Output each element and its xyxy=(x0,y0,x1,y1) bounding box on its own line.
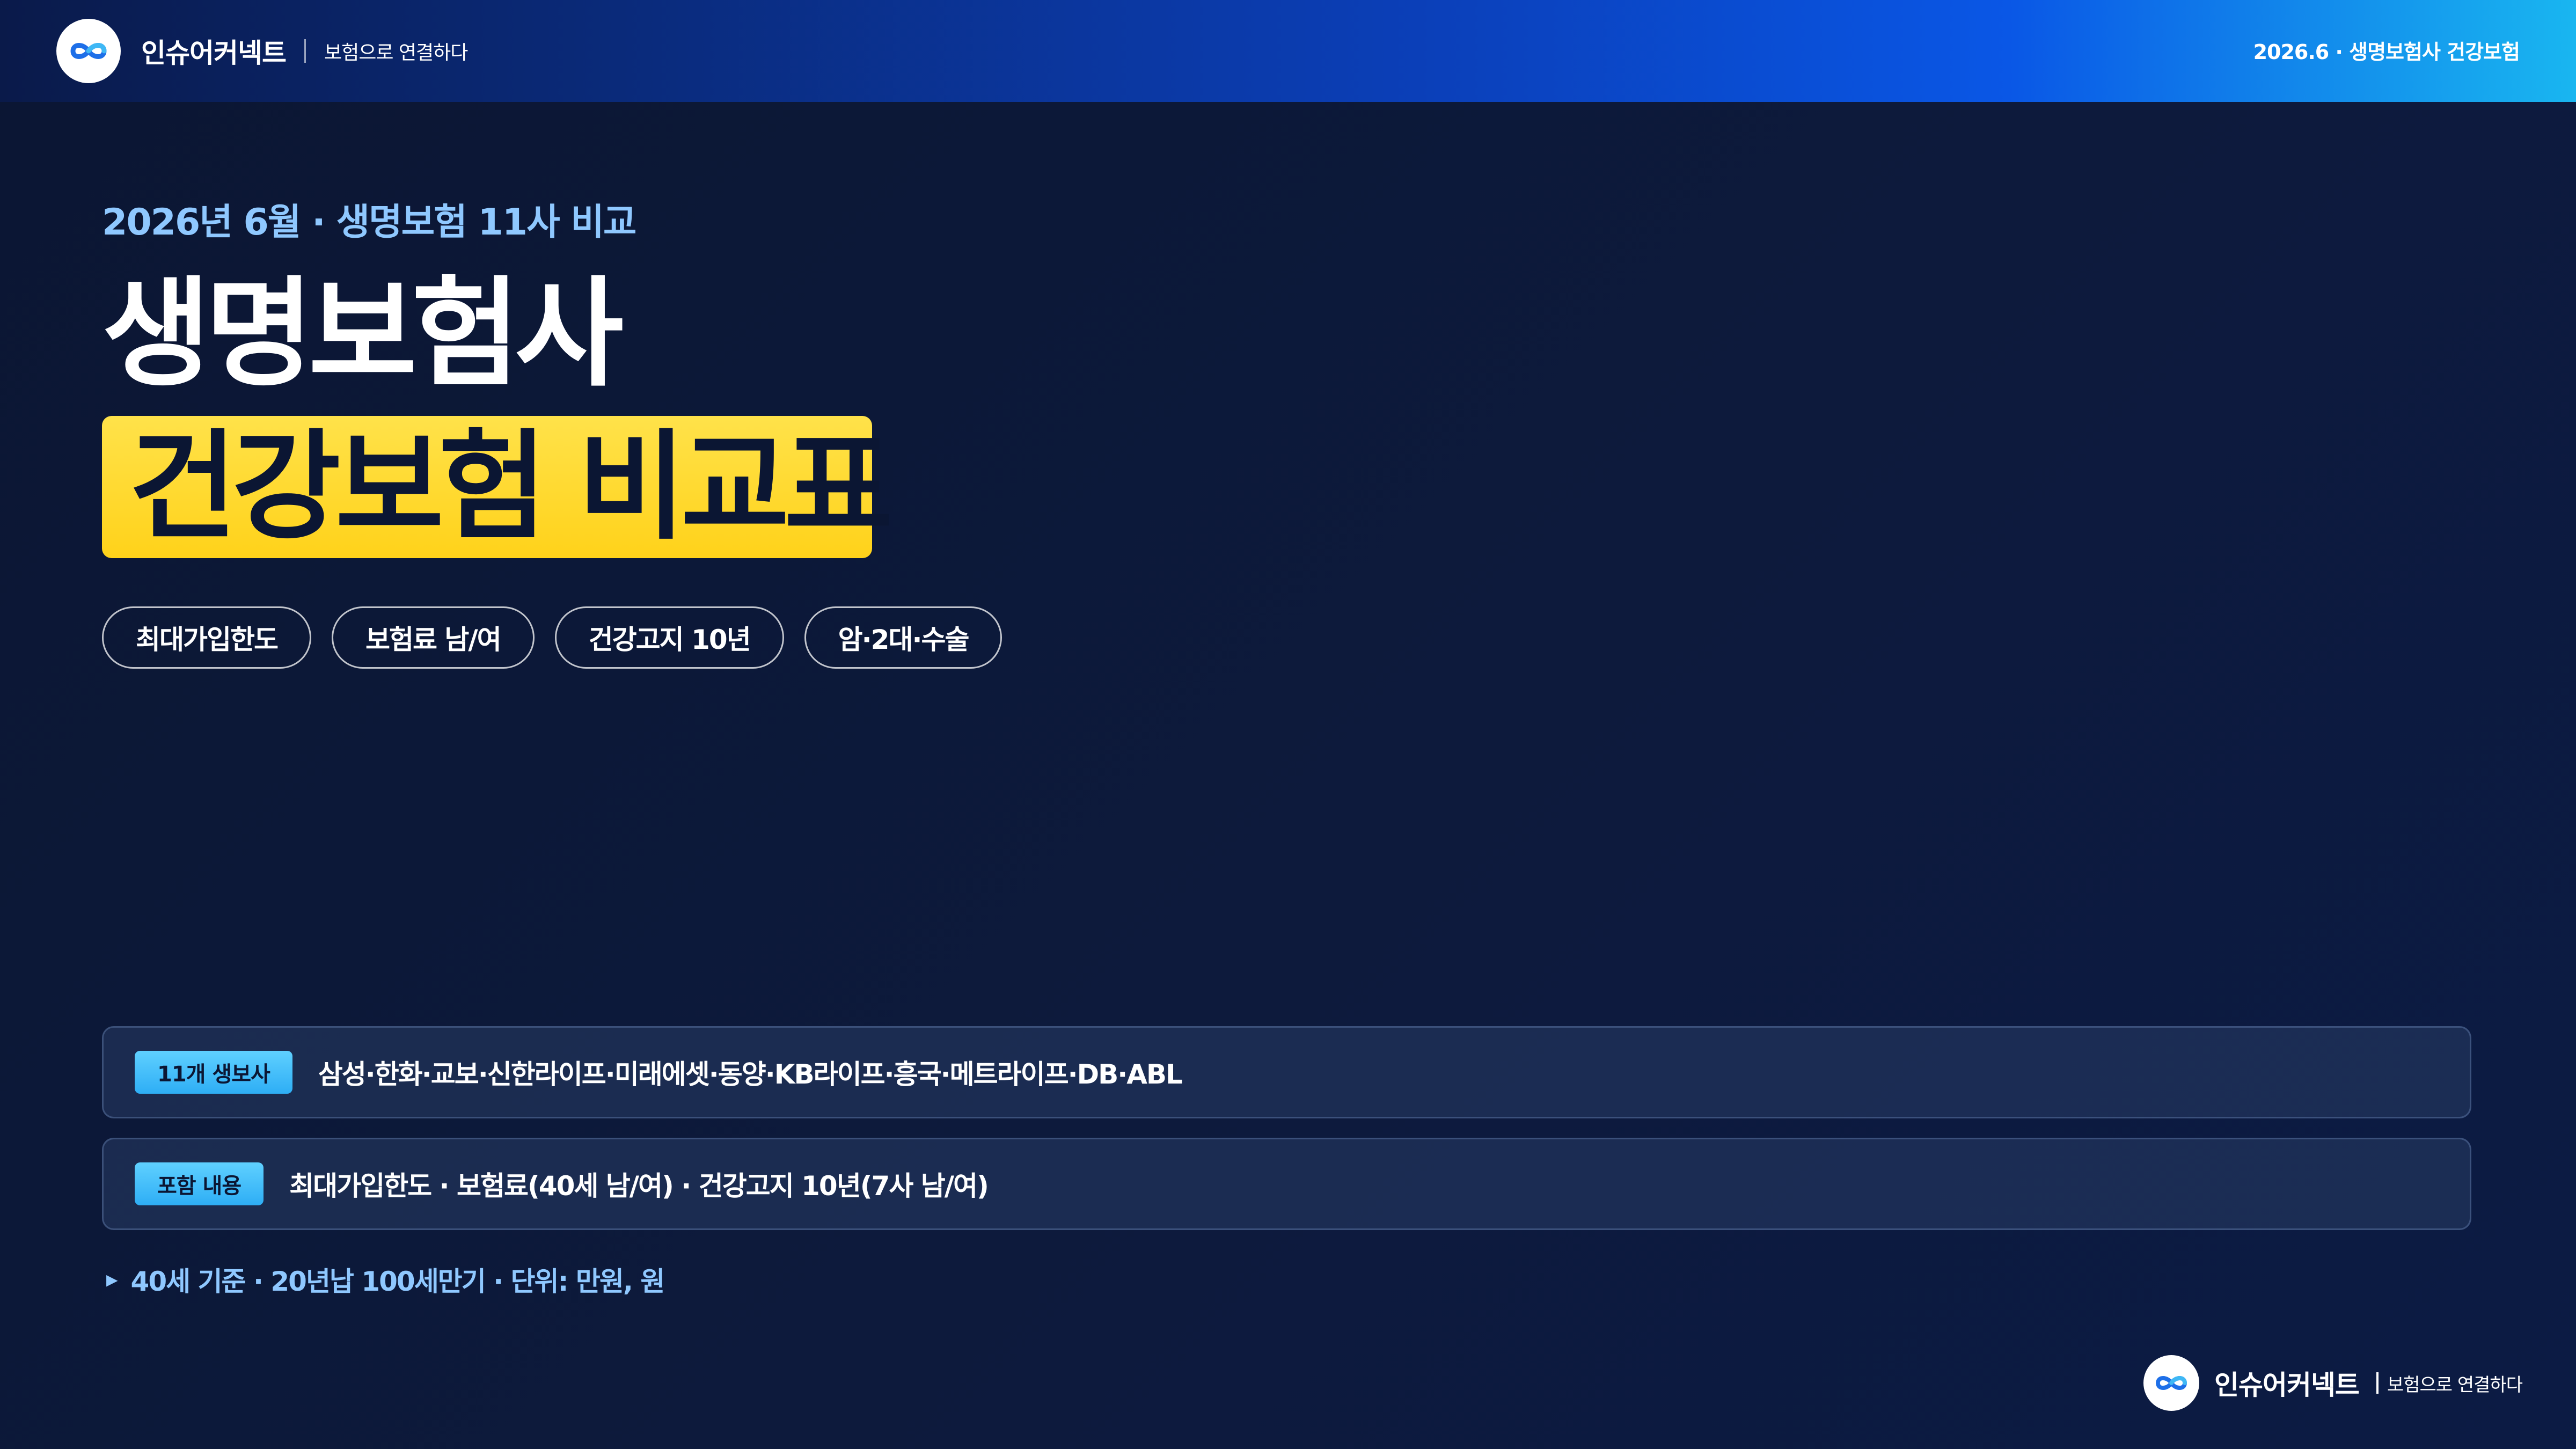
topic-chips: 최대가입한도 보험료 남/여 건강고지 10년 암·2대·수술 xyxy=(102,606,1002,669)
footnote-text: 40세 기준 · 20년납 100세만기 · 단위: 만원, 원 xyxy=(130,1266,665,1297)
chip-cancer-surgery: 암·2대·수술 xyxy=(804,606,1002,669)
chip-health-disclosure: 건강고지 10년 xyxy=(554,606,784,669)
chip-max-coverage: 최대가입한도 xyxy=(102,606,311,669)
chip-premium: 보험료 남/여 xyxy=(332,606,535,669)
footnote: ▶ 40세 기준 · 20년납 100세만기 · 단위: 만원, 원 xyxy=(106,1260,665,1299)
contents-badge: 포함 내용 xyxy=(135,1162,264,1205)
header-bar: 인슈어커넥트 보험으로 연결하다 2026.6 · 생명보험사 건강보험 xyxy=(0,0,2576,102)
contents-list: 최대가입한도 · 보험료(40세 남/여) · 건강고지 10년(7사 남/여) xyxy=(289,1170,989,1202)
logo-badge xyxy=(56,19,121,83)
triangle-right-icon: ▶ xyxy=(106,1270,118,1289)
footer-brand-tagline: 보험으로 연결하다 xyxy=(2387,1374,2523,1396)
footer-logo-badge xyxy=(2143,1355,2199,1411)
brand-tagline: 보험으로 연결하다 xyxy=(324,42,468,64)
brand-divider xyxy=(304,39,306,63)
footer-brand-name: 인슈어커넥트 xyxy=(2214,1370,2360,1401)
infinity-icon xyxy=(2156,1376,2187,1390)
infinity-icon xyxy=(70,43,107,59)
brand-logo-group[interactable]: 인슈어커넥트 보험으로 연결하다 xyxy=(56,19,468,83)
header-edition-label: 2026.6 · 생명보험사 건강보험 xyxy=(2253,40,2520,64)
insurers-list: 삼성·한화·교보·신한라이프·미래에셋·동양·KB라이프·흥국·메트라이프·DB… xyxy=(318,1059,1183,1090)
info-row-insurers: 11개 생보사 삼성·한화·교보·신한라이프·미래에셋·동양·KB라이프·흥국·… xyxy=(102,1026,2471,1118)
footer-brand[interactable]: 인슈어커넥트 보험으로 연결하다 xyxy=(2143,1355,2523,1411)
insurers-badge: 11개 생보사 xyxy=(135,1051,292,1094)
info-row-contents: 포함 내용 최대가입한도 · 보험료(40세 남/여) · 건강고지 10년(7… xyxy=(102,1138,2471,1230)
hero-title-line1: 생명보험사 xyxy=(102,265,624,402)
footer-brand-divider xyxy=(2376,1372,2379,1394)
hero-eyebrow: 2026년 6월 · 생명보험 11사 비교 xyxy=(102,201,636,244)
brand-name: 인슈어커넥트 xyxy=(141,38,287,69)
hero-title-line2: 건강보험 비교표 xyxy=(129,418,892,555)
